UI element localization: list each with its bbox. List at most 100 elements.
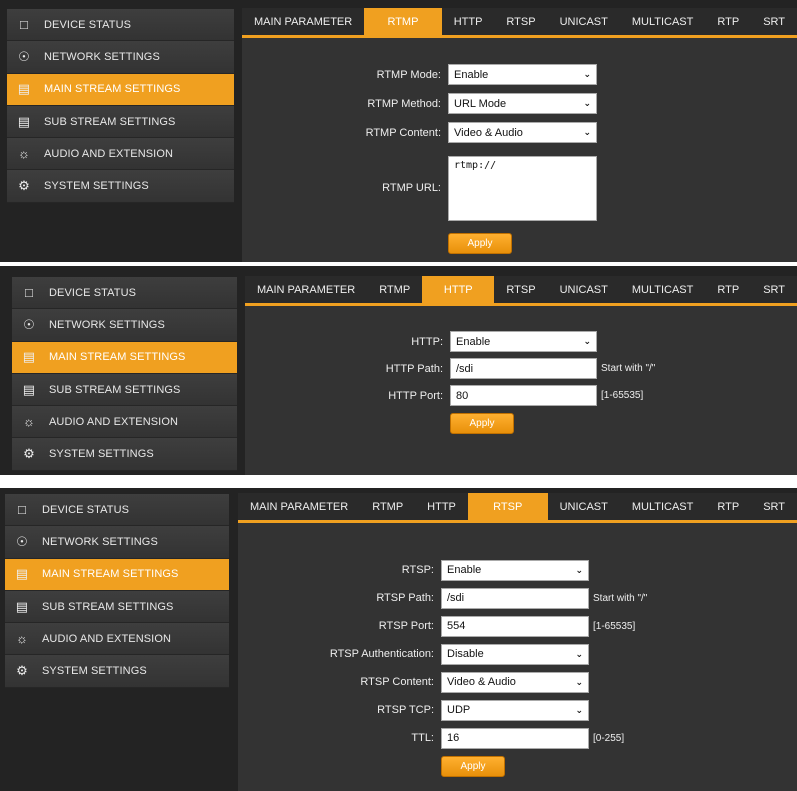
http-select[interactable]: Enable ⌄ <box>450 331 597 352</box>
chevron-down-icon: ⌄ <box>575 704 583 715</box>
sidebar-item-label: SYSTEM SETTINGS <box>44 180 149 193</box>
sidebar-item-network-settings[interactable]: ☉ NETWORK SETTINGS <box>7 41 234 74</box>
sidebar: □ DEVICE STATUS ☉ NETWORK SETTINGS ▤ MAIN STR… <box>5 494 229 688</box>
rtmp-url-label: RTMP URL: <box>382 182 441 194</box>
tab-multicast[interactable]: MULTICAST <box>620 493 706 520</box>
audio-gear-icon: ☼ <box>17 146 30 162</box>
tab-http[interactable]: HTTP <box>422 276 495 303</box>
rtmp-url-textarea[interactable]: rtmp:// <box>448 155 597 221</box>
settings-form: RTMP Mode: Enable ⌄ RTMP Method: URL Mode ⌄ RT… <box>242 60 797 254</box>
tab-http[interactable]: HTTP <box>415 493 468 520</box>
sidebar-item-system-settings[interactable]: ⚙ SYSTEM SETTINGS <box>12 438 237 471</box>
tab-rtsp[interactable]: RTSP <box>467 493 548 520</box>
tab-main-parameter[interactable]: MAIN PARAMETER <box>238 493 360 520</box>
rtsp-path-hint: Start with "/" <box>593 592 648 604</box>
tab-unicast[interactable]: UNICAST <box>548 493 620 520</box>
sidebar-item-device-status[interactable]: □ DEVICE STATUS <box>12 277 237 310</box>
http-port-hint: [1-65535] <box>601 390 644 401</box>
http-path-input[interactable]: /sdi <box>450 358 597 379</box>
tab-multicast[interactable]: MULTICAST <box>620 8 706 35</box>
sidebar-item-audio-and-extension[interactable]: ☼ AUDIO AND EXTENSION <box>12 406 237 439</box>
stream-icon: ▤ <box>22 381 36 397</box>
ttl-input[interactable]: 16 <box>441 727 589 749</box>
rtmp-method-select[interactable]: URL Mode ⌄ <box>448 93 597 114</box>
tab-rtp[interactable]: RTP <box>705 493 751 520</box>
sidebar-item-sub-stream-settings[interactable]: ▤ SUB STREAM SETTINGS <box>12 373 237 407</box>
apply-button[interactable]: Apply <box>441 756 505 777</box>
chevron-down-icon: ⌄ <box>575 564 583 575</box>
rtsp-tcp-select[interactable]: UDP ⌄ <box>441 699 589 721</box>
rtsp-port-hint: [1-65535] <box>593 620 636 632</box>
tab-rtsp[interactable]: RTSP <box>494 276 547 303</box>
tab-bar: MAIN PARAMETER RTMP HTTP RTSP UNICAST MULTICA… <box>238 493 797 523</box>
chevron-down-icon: ⌄ <box>583 98 591 108</box>
form-row: RTMP Content: Video & Audio ⌄ <box>242 118 797 147</box>
apply-button[interactable]: Apply <box>448 233 512 254</box>
sidebar-item-device-status[interactable]: □ DEVICE STATUS <box>7 9 234 42</box>
audio-gear-icon: ☼ <box>15 631 28 647</box>
sidebar-item-label: DEVICE STATUS <box>49 286 137 299</box>
rtsp-authentication-select[interactable]: Disable ⌄ <box>441 643 589 665</box>
chevron-down-icon: ⌄ <box>583 127 591 137</box>
tab-srt[interactable]: SRT <box>751 493 797 520</box>
tab-unicast[interactable]: UNICAST <box>548 276 620 303</box>
tab-main-parameter[interactable]: MAIN PARAMETER <box>242 8 364 35</box>
sidebar-item-system-settings[interactable]: ⚙ SYSTEM SETTINGS <box>7 170 234 203</box>
rtsp-settings-panel: □ DEVICE STATUS ☉ NETWORK SETTINGS ▤ MAIN STR… <box>0 488 797 791</box>
tab-multicast[interactable]: MULTICAST <box>620 276 706 303</box>
ttl-label: TTL: <box>411 732 434 744</box>
sidebar-item-label: SUB STREAM SETTINGS <box>42 600 174 613</box>
form-row: HTTP Port: 80 [1-65535] <box>245 382 797 409</box>
chevron-down-icon: ⌄ <box>575 676 583 687</box>
sidebar-item-main-stream-settings[interactable]: ▤ MAIN STREAM SETTINGS <box>5 558 229 591</box>
sidebar-item-device-status[interactable]: □ DEVICE STATUS <box>5 494 229 527</box>
rtmp-mode-label: RTMP Mode: <box>376 68 441 81</box>
sidebar-item-audio-and-extension[interactable]: ☼ AUDIO AND EXTENSION <box>5 623 229 656</box>
apply-button[interactable]: Apply <box>450 413 514 434</box>
content-area: MAIN PARAMETER RTMP HTTP RTSP UNICAST MULTICA… <box>245 276 797 475</box>
http-path-label: HTTP Path: <box>385 362 443 375</box>
tab-main-parameter[interactable]: MAIN PARAMETER <box>245 276 367 303</box>
ttl-hint: [0-255] <box>593 732 625 744</box>
tab-rtsp[interactable]: RTSP <box>494 8 547 35</box>
rtsp-authentication-label: RTSP Authentication: <box>329 648 434 660</box>
tab-rtp[interactable]: RTP <box>705 8 751 35</box>
sidebar-item-network-settings[interactable]: ☉ NETWORK SETTINGS <box>5 526 229 559</box>
rtsp-content-select[interactable]: Video & Audio ⌄ <box>441 671 589 693</box>
tab-unicast[interactable]: UNICAST <box>548 8 620 35</box>
sidebar-item-main-stream-settings[interactable]: ▤ MAIN STREAM SETTINGS <box>7 73 234 106</box>
gear-icon: ⚙ <box>23 446 35 462</box>
stream-icon: ▤ <box>17 81 31 97</box>
form-row: RTSP Port: 554 [1-65535] <box>238 612 797 640</box>
sidebar-item-label: SYSTEM SETTINGS <box>49 448 154 461</box>
http-port-label: HTTP Port: <box>388 389 443 402</box>
tab-http[interactable]: HTTP <box>442 8 495 35</box>
sidebar-item-label: MAIN STREAM SETTINGS <box>44 83 181 96</box>
tab-rtmp[interactable]: RTMP <box>364 8 442 35</box>
sidebar-item-network-settings[interactable]: ☉ NETWORK SETTINGS <box>12 309 237 342</box>
rtsp-select[interactable]: Enable ⌄ <box>441 559 589 581</box>
sidebar-item-sub-stream-settings[interactable]: ▤ SUB STREAM SETTINGS <box>7 105 234 139</box>
rtmp-mode-select[interactable]: Enable ⌄ <box>448 64 597 85</box>
tab-rtmp[interactable]: RTMP <box>367 276 422 303</box>
sidebar-item-audio-and-extension[interactable]: ☼ AUDIO AND EXTENSION <box>7 138 234 171</box>
sidebar-item-label: SYSTEM SETTINGS <box>42 665 147 678</box>
sidebar-item-sub-stream-settings[interactable]: ▤ SUB STREAM SETTINGS <box>5 590 229 624</box>
monitor-icon: □ <box>25 285 33 301</box>
tab-srt[interactable]: SRT <box>751 276 797 303</box>
sidebar-item-label: NETWORK SETTINGS <box>44 50 160 63</box>
form-row: RTMP URL: rtmp:// <box>242 147 797 229</box>
stream-icon: ▤ <box>15 566 29 582</box>
http-port-input[interactable]: 80 <box>450 385 597 406</box>
sidebar-item-main-stream-settings[interactable]: ▤ MAIN STREAM SETTINGS <box>12 341 237 374</box>
tab-rtmp[interactable]: RTMP <box>360 493 415 520</box>
monitor-icon: □ <box>20 17 28 33</box>
rtsp-port-input[interactable]: 554 <box>441 615 589 637</box>
tab-rtp[interactable]: RTP <box>705 276 751 303</box>
rtsp-path-input[interactable]: /sdi <box>441 587 589 609</box>
sidebar-item-system-settings[interactable]: ⚙ SYSTEM SETTINGS <box>5 655 229 688</box>
rtmp-content-select[interactable]: Video & Audio ⌄ <box>448 122 597 143</box>
tab-srt[interactable]: SRT <box>751 8 797 35</box>
sidebar: □ DEVICE STATUS ☉ NETWORK SETTINGS ▤ MAIN STR… <box>12 277 237 471</box>
monitor-icon: □ <box>18 502 26 518</box>
